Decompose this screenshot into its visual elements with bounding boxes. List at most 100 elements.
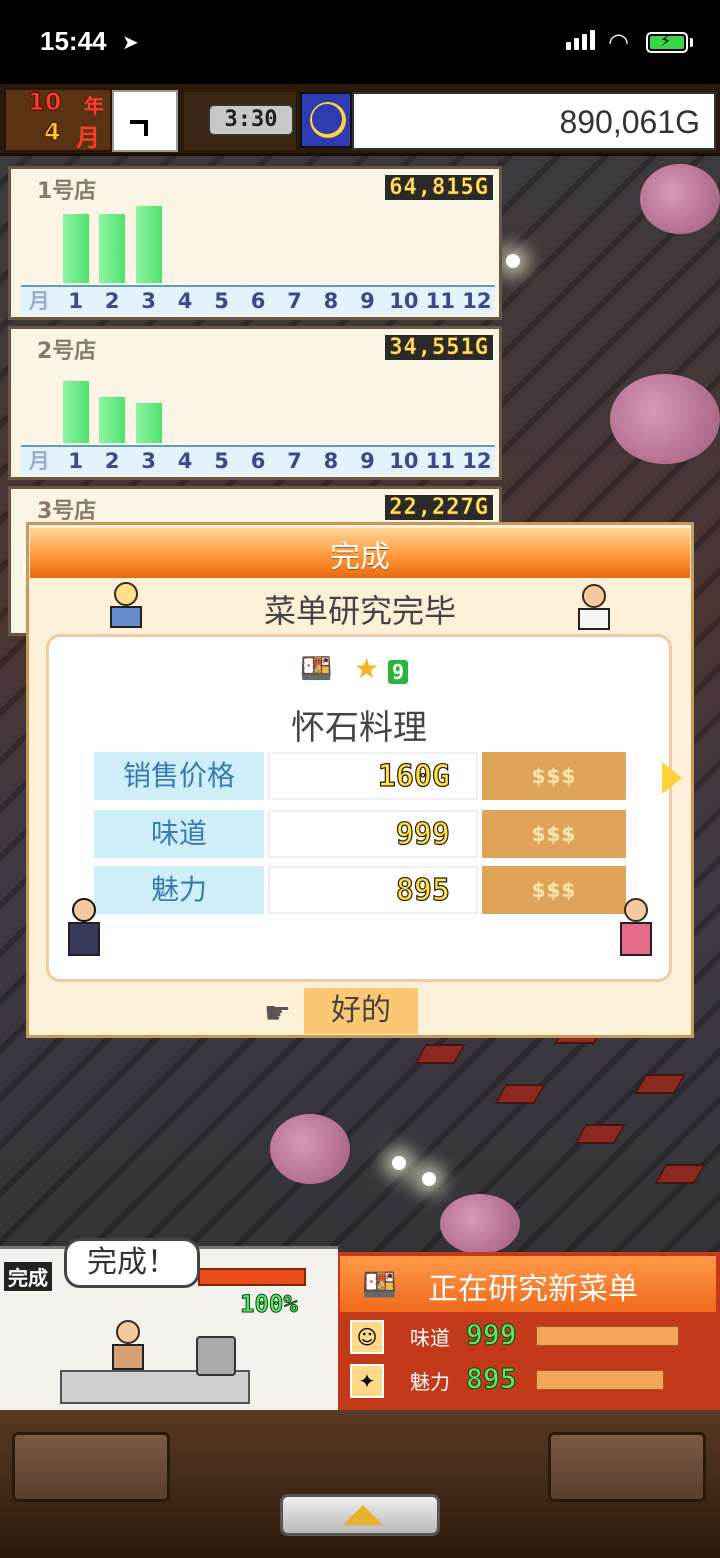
month-axis: 月 1 2 3 4 5 6 7 8 9 10 11 12 xyxy=(21,445,495,475)
wifi-icon: ◠ xyxy=(608,28,629,56)
moon-night-icon xyxy=(300,92,352,148)
restaurant-table xyxy=(574,1124,626,1144)
store-name: 3号店 xyxy=(37,499,97,524)
restaurant-table xyxy=(634,1074,686,1094)
stat-cost: $$$ xyxy=(482,752,626,800)
restaurant-table xyxy=(414,1044,466,1064)
axis-month-label: 4 xyxy=(177,289,193,313)
analog-clock-icon xyxy=(112,90,178,152)
axis-month-label: 9 xyxy=(360,449,375,473)
axis-month-label: 11 xyxy=(425,449,455,473)
cherry-tree xyxy=(270,1114,350,1184)
axis-month-label: 8 xyxy=(323,449,339,473)
battery-icon: ⚡ xyxy=(646,31,688,53)
kitchen-status-tag: 完成 xyxy=(4,1262,52,1291)
axis-month-label: 1 xyxy=(68,289,84,313)
month-axis: 月 1 2 3 4 5 6 7 8 9 10 11 12 xyxy=(21,285,495,315)
taste-bar xyxy=(536,1326,679,1346)
axis-month-label: 8 xyxy=(323,289,339,313)
restaurant-table xyxy=(494,1084,546,1104)
sales-bar xyxy=(135,205,162,283)
store-panel-2[interactable]: 2号店 34,551G 月 1 2 3 4 5 6 7 8 9 10 11 12 xyxy=(8,326,502,480)
research-taste-row: ☺ 味道 999 xyxy=(348,1318,714,1356)
battery-tip xyxy=(690,38,693,47)
speech-bubble: 完成！ xyxy=(64,1238,200,1288)
ok-button[interactable]: 好的 xyxy=(304,988,418,1034)
expand-menu-button[interactable] xyxy=(280,1494,440,1536)
dialog-subtitle: 菜单研究完毕 xyxy=(263,592,456,630)
waitress-character xyxy=(616,898,656,968)
cook-character xyxy=(108,1320,152,1380)
game-time: 3:30 xyxy=(208,104,294,136)
monthly-sales-chart xyxy=(21,359,495,443)
stat-label: 魅力 xyxy=(94,866,264,914)
cherry-tree xyxy=(610,374,720,464)
axis-month-label: 10 xyxy=(389,289,419,313)
dish-icon: 🍱 xyxy=(362,1268,397,1301)
axis-month-label: 7 xyxy=(287,449,302,473)
axis-month-label: 1 xyxy=(68,449,84,473)
stat-row-price: 销售价格 160G $$$ xyxy=(94,752,626,800)
dish-level: 9 xyxy=(388,660,409,684)
next-arrow-icon[interactable] xyxy=(662,762,682,794)
taste-label: 味道 xyxy=(410,1326,450,1350)
axis-month-unit: 月 xyxy=(28,449,50,473)
left-menu-button[interactable] xyxy=(12,1432,170,1502)
axis-month-label: 6 xyxy=(250,449,266,473)
stat-label: 销售价格 xyxy=(94,752,264,800)
store-sales: 34,551G xyxy=(385,335,493,360)
axis-month-label: 5 xyxy=(214,289,229,313)
research-title: 正在研究新菜单 xyxy=(428,1272,638,1307)
dish-name: 怀石料理 xyxy=(291,708,427,748)
dialog-title: 完成 xyxy=(330,540,390,575)
axis-month-label: 12 xyxy=(462,449,492,473)
location-arrow-icon: ➤ xyxy=(122,30,139,54)
axis-month-label: 11 xyxy=(425,289,455,313)
research-progress-text: 100% xyxy=(240,1290,299,1319)
star-icon: ★ xyxy=(354,652,380,685)
money-amount: 890,061G xyxy=(559,104,700,140)
sales-bar xyxy=(135,402,162,443)
axis-month-label: 9 xyxy=(360,289,375,313)
cherry-tree xyxy=(640,164,720,234)
sales-bar xyxy=(62,214,89,283)
axis-month-label: 7 xyxy=(287,289,302,313)
axis-month-unit: 月 xyxy=(28,289,50,313)
up-arrow-icon xyxy=(343,1505,383,1525)
store-panel-1[interactable]: 1号店 64,815G 月 1 2 3 4 5 6 7 8 9 10 11 12 xyxy=(8,166,502,320)
stat-cost: $$$ xyxy=(482,866,626,914)
year-number: 10 xyxy=(27,88,62,117)
taste-value: 999 xyxy=(466,1318,518,1352)
stat-value: 999 xyxy=(268,810,478,858)
charm-value: 895 xyxy=(466,1362,518,1396)
street-lamp xyxy=(506,254,520,268)
right-menu-button[interactable] xyxy=(548,1432,706,1502)
charm-icon: ✦ xyxy=(350,1364,384,1398)
stat-value: 160G xyxy=(268,752,478,800)
axis-month-label: 10 xyxy=(389,449,419,473)
month-number: 4 xyxy=(44,118,62,147)
sales-bar xyxy=(99,214,126,283)
dish-info-card xyxy=(46,634,672,982)
status-time: 15:44 xyxy=(40,26,107,56)
store-sales: 22,227G xyxy=(385,495,493,520)
axis-month-label: 2 xyxy=(104,289,120,313)
axis-month-label: 3 xyxy=(141,289,156,313)
axis-month-label: 5 xyxy=(214,449,229,473)
research-progress-bar xyxy=(198,1268,306,1286)
stat-row-charm: 魅力 895 $$$ xyxy=(94,866,626,914)
restaurant-table xyxy=(654,1164,706,1184)
sales-bar xyxy=(62,380,89,443)
monthly-sales-chart xyxy=(21,199,495,283)
stat-label: 味道 xyxy=(94,810,264,858)
taste-icon: ☺ xyxy=(350,1320,384,1354)
stat-row-taste: 味道 999 $$$ xyxy=(94,810,626,858)
stat-cost: $$$ xyxy=(482,810,626,858)
dish-icon: 🍱 xyxy=(300,654,333,684)
street-lamp xyxy=(392,1156,406,1170)
pointing-hand-icon: ☛ xyxy=(264,996,291,1031)
research-charm-row: ✦ 魅力 895 xyxy=(348,1362,714,1400)
charm-label: 魅力 xyxy=(410,1370,450,1394)
street-lamp xyxy=(422,1172,436,1186)
axis-month-label: 2 xyxy=(104,449,120,473)
